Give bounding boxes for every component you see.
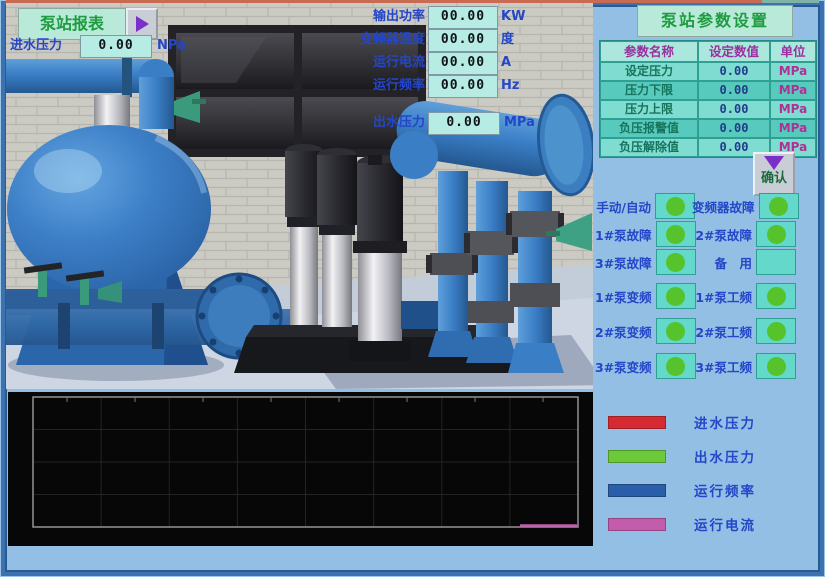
param-name: 压力上限 xyxy=(600,100,698,119)
lamp-box xyxy=(756,249,796,275)
legend-swatch-inlet xyxy=(608,416,666,429)
run-current-label: 运行电流 xyxy=(330,52,425,74)
outlet-pressure-value: 0.00 xyxy=(428,112,500,135)
outlet-pressure-unit: MPa xyxy=(504,112,535,134)
run-frequency-unit: Hz xyxy=(501,75,519,97)
inverter-temp-value: 00.00 xyxy=(428,29,498,52)
indicator-manual-auto: 手动/自动 xyxy=(595,193,695,219)
legend-swatch-outlet xyxy=(608,450,666,463)
lamp-box xyxy=(655,193,695,219)
param-unit: MPa xyxy=(770,119,816,138)
status-lamp xyxy=(769,197,788,216)
indicator-pump2-mains: 2#泵工频 xyxy=(692,318,796,344)
table-row: 压力下限 0.00 MPa xyxy=(600,81,816,100)
param-unit: MPa xyxy=(770,100,816,119)
table-row: 负压报警值 0.00 MPa xyxy=(600,119,816,138)
run-current-value: 00.00 xyxy=(428,52,498,75)
table-row: 压力上限 0.00 MPa xyxy=(600,100,816,119)
output-power-unit: KW xyxy=(501,6,525,28)
param-unit: MPa xyxy=(770,62,816,81)
col-header-value: 设定数值 xyxy=(698,41,770,62)
trend-chart-plot xyxy=(8,392,593,546)
status-lamp xyxy=(666,225,685,244)
hmi-screen: 泵站报表 进水压力 0.00 NPa 输出功率 00.00 KW 变频器温度 0… xyxy=(0,0,825,577)
lamp-box xyxy=(656,221,696,247)
status-lamp xyxy=(666,197,685,216)
status-lamp xyxy=(767,322,786,341)
inlet-pressure-unit: NPa xyxy=(157,35,186,57)
indicator-vfd-fault: 变频器故障 xyxy=(692,193,796,219)
play-icon xyxy=(136,16,149,32)
status-lamp xyxy=(666,253,685,272)
top-accent-line xyxy=(6,0,762,3)
legend-swatch-frequency xyxy=(608,484,666,497)
param-name: 设定压力 xyxy=(600,62,698,81)
confirm-button-label: 确认 xyxy=(755,172,793,186)
settings-table: 参数名称 设定数值 单位 设定压力 0.00 MPa 压力下限 0.00 MPa… xyxy=(599,40,817,158)
legend-swatch-current xyxy=(608,518,666,531)
inlet-pressure-label: 进水压力 xyxy=(10,35,62,57)
legend-item-inlet-pressure: 进水压力 xyxy=(608,410,808,434)
status-lamp xyxy=(767,357,786,376)
param-unit: MPa xyxy=(770,81,816,100)
legend-item-outlet-pressure: 出水压力 xyxy=(608,444,808,468)
param-name: 负压报警值 xyxy=(600,119,698,138)
outlet-pressure-label: 出水压力 xyxy=(330,112,425,134)
status-lamp xyxy=(666,322,685,341)
settings-table-header: 参数名称 设定数值 单位 xyxy=(600,41,816,62)
col-header-name: 参数名称 xyxy=(600,41,698,62)
lamp-box xyxy=(759,193,799,219)
status-lamp xyxy=(767,287,786,306)
indicator-pump1-vfd: 1#泵变频 xyxy=(595,283,695,309)
table-row: 设定压力 0.00 MPa xyxy=(600,62,816,81)
top-accent-corner xyxy=(762,0,819,3)
lamp-box xyxy=(756,318,796,344)
lamp-box xyxy=(756,221,796,247)
settings-panel-title: 泵站参数设置 xyxy=(637,5,793,37)
indicator-pump3-fault: 3#泵故障 xyxy=(595,249,695,275)
indicator-spare: 备 用 xyxy=(692,249,796,275)
col-header-unit: 单位 xyxy=(770,41,816,62)
legend-item-run-current: 运行电流 xyxy=(608,512,808,536)
indicator-pump1-mains: 1#泵工频 xyxy=(692,283,796,309)
output-power-label: 输出功率 xyxy=(330,6,425,28)
run-current-unit: A xyxy=(501,52,511,74)
confirm-arrow-icon xyxy=(764,156,784,170)
indicator-pump2-fault: 2#泵故障 xyxy=(692,221,796,247)
output-power-value: 00.00 xyxy=(428,6,498,29)
param-setpoint[interactable]: 0.00 xyxy=(698,62,770,81)
param-name: 压力下限 xyxy=(600,81,698,100)
param-setpoint[interactable]: 0.00 xyxy=(698,119,770,138)
lamp-box xyxy=(656,249,696,275)
inverter-temp-unit: 度 xyxy=(501,29,514,51)
lamp-box xyxy=(656,283,696,309)
status-lamp xyxy=(666,357,685,376)
indicator-pump1-fault: 1#泵故障 xyxy=(595,221,695,247)
trend-chart xyxy=(8,392,593,546)
lamp-box xyxy=(756,353,796,379)
param-name: 负压解除值 xyxy=(600,138,698,157)
run-frequency-label: 运行频率 xyxy=(330,75,425,97)
inlet-pressure-value: 0.00 xyxy=(80,35,152,58)
indicator-pump2-vfd: 2#泵变频 xyxy=(595,318,695,344)
status-lamp xyxy=(666,287,685,306)
confirm-button[interactable]: 确认 xyxy=(753,152,795,196)
indicator-pump3-vfd: 3#泵变频 xyxy=(595,353,695,379)
lamp-box xyxy=(656,318,696,344)
legend-item-run-frequency: 运行频率 xyxy=(608,478,808,502)
indicator-pump3-mains: 3#泵工频 xyxy=(692,353,796,379)
run-frequency-value: 00.00 xyxy=(428,75,498,98)
param-setpoint[interactable]: 0.00 xyxy=(698,81,770,100)
param-setpoint[interactable]: 0.00 xyxy=(698,100,770,119)
lamp-box xyxy=(656,353,696,379)
status-lamp xyxy=(767,225,786,244)
inverter-temp-label: 变频器温度 xyxy=(330,29,425,51)
lamp-box xyxy=(756,283,796,309)
